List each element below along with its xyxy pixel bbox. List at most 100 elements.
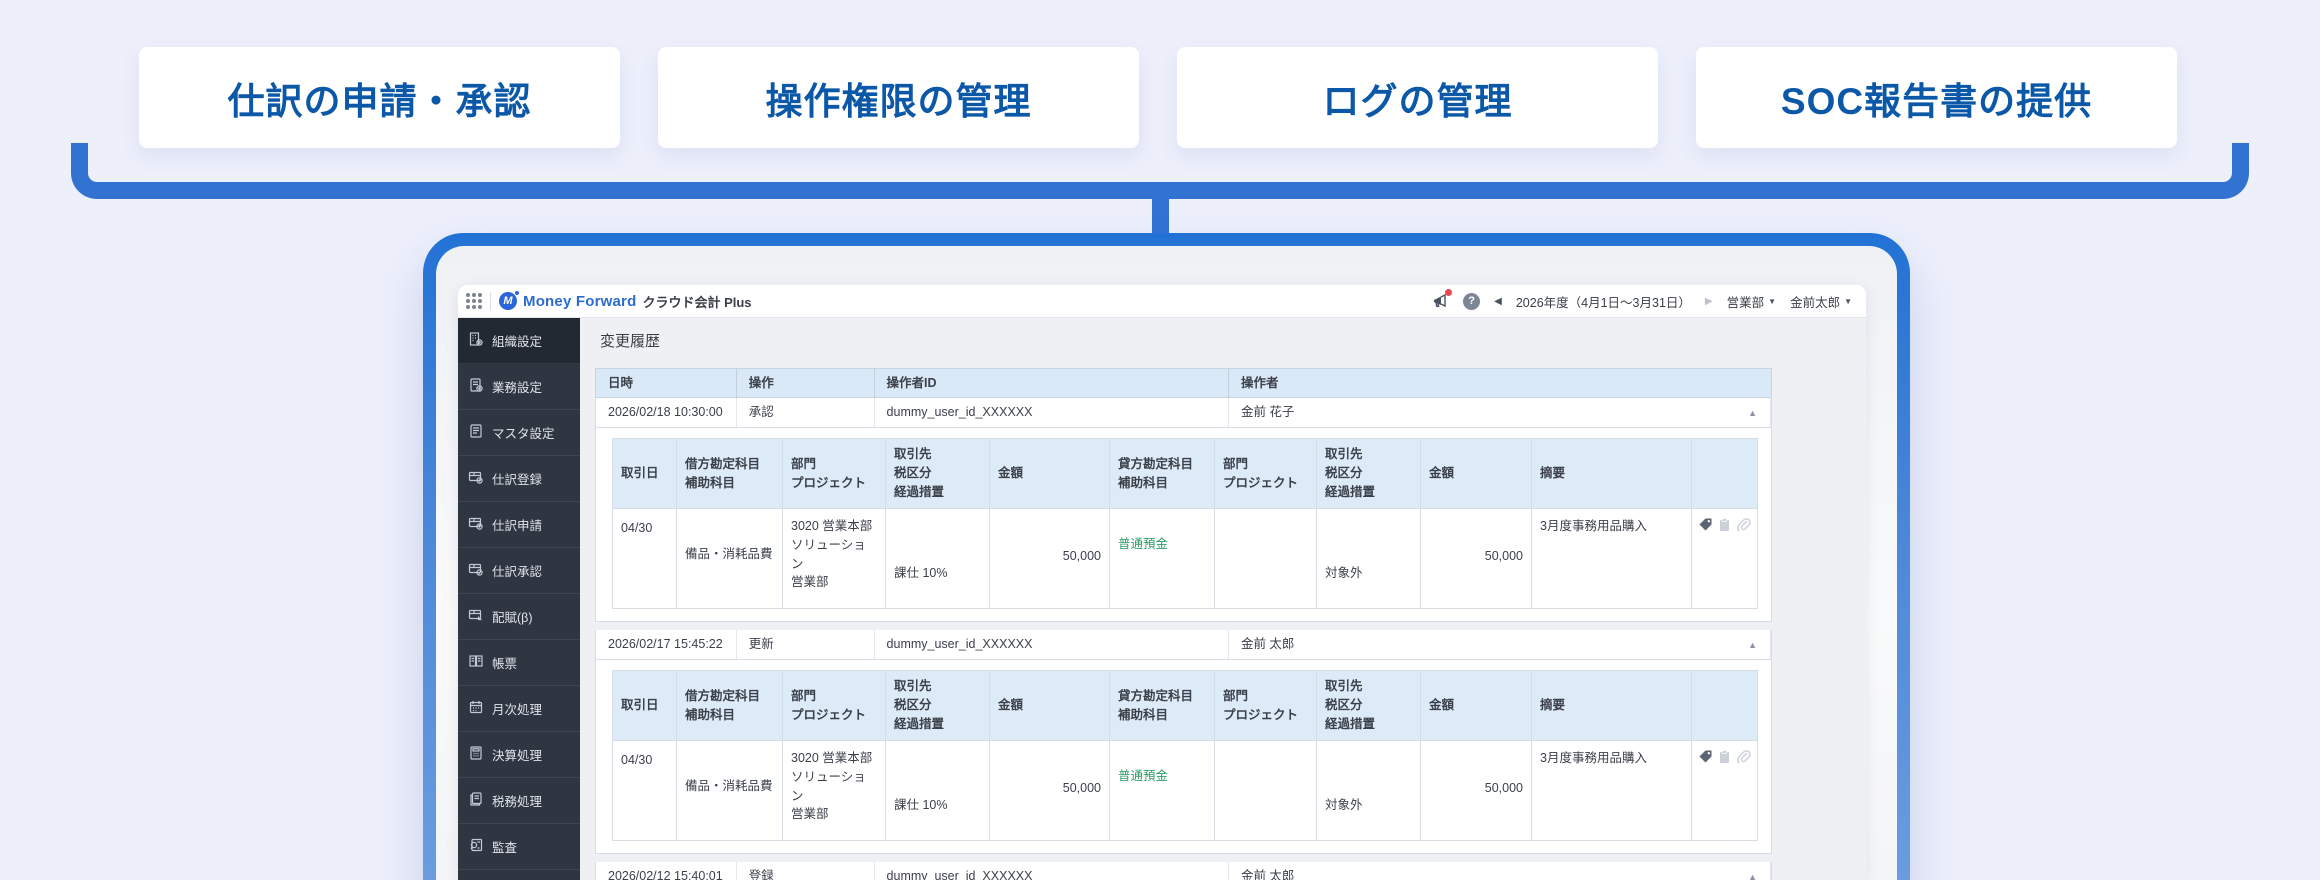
journal-column-header: 借方勘定科目 補助科目 (676, 438, 783, 509)
journal-column-header: 金額 (1420, 670, 1532, 741)
journal-column-header: 取引日 (612, 670, 677, 741)
debit-account: 備品・消耗品費 (676, 508, 783, 609)
collapse-up-icon[interactable]: ▲ (1748, 630, 1757, 660)
sidebar-item-label: 決算処理 (492, 749, 543, 763)
feature-cards-row: 仕訳の申請・承認 操作権限の管理 ログの管理 SOC報告書の提供 (139, 47, 2179, 148)
calculator-icon (468, 745, 484, 764)
debit-tax-category: 課仕 10% (885, 508, 990, 609)
sidebar-item-3[interactable]: マスタ設定 (458, 410, 580, 456)
announcements-megaphone-icon[interactable] (1431, 289, 1453, 310)
journal-column-header: 部門 プロジェクト (1214, 670, 1317, 741)
tag-icon[interactable] (1698, 749, 1713, 767)
change-history-table: 日時 操作 操作者ID 操作者 2026/02/18 10:30:00 承認 dummy_u… (595, 368, 1772, 880)
sidebar-item-10[interactable]: 決算処理 (458, 732, 580, 778)
book-icon (468, 653, 484, 672)
collapse-up-icon[interactable]: ▲ (1748, 398, 1757, 428)
history-detail-section: 取引日 借方勘定科目 補助科目 部門 プロジェクト 取引先 税区分 経過措置 金額 貸方勘定科目補… (595, 428, 1772, 622)
brand-name: Money Forward (523, 292, 637, 310)
journal-column-header: 金額 (989, 670, 1110, 741)
department-dropdown[interactable]: 営業部 ▼ (1727, 292, 1776, 311)
app-launcher-grid-icon[interactable] (466, 293, 482, 309)
journal-column-header: 取引先 税区分 経過措置 (1316, 438, 1421, 509)
journal-column-header: 借方勘定科目 補助科目 (676, 670, 783, 741)
clipboard-icon[interactable] (1717, 517, 1732, 535)
credit-department (1214, 740, 1317, 841)
history-operator: 金前 太郎 (1229, 630, 1771, 659)
journal-row: 04/30 備品・消耗品費 3020 営業本部 ソリューション 営業部 課仕 10% 50,… (612, 740, 1758, 841)
credit-account-link[interactable]: 普通預金 (1118, 537, 1168, 551)
feature-card-soc-report: SOC報告書の提供 (1696, 47, 2177, 148)
credit-amount: 50,000 (1420, 740, 1532, 841)
journal-column-header (1691, 670, 1758, 741)
history-meta-row-1[interactable]: 2026/02/18 10:30:00 承認 dummy_user_id_XXXXX… (595, 398, 1772, 428)
sidebar-item-label: 仕訳申請 (492, 519, 543, 533)
credit-tax-category: 対象外 (1316, 740, 1421, 841)
card-plus-icon (468, 469, 484, 488)
debit-department: 3020 営業本部 ソリューション 営業部 (782, 740, 886, 841)
journal-row: 04/30 備品・消耗品費 3020 営業本部 ソリューション 営業部 課仕 10% 50,… (612, 508, 1758, 609)
journal-column-header: 貸方勘定科目 補助科目 (1109, 438, 1215, 509)
brand-logo[interactable]: M Money Forward クラウド会計 Plus (499, 291, 752, 311)
sidebar-item-2[interactable]: 業務設定 (458, 364, 580, 410)
journal-column-header: 摘要 (1531, 438, 1692, 509)
feature-card-permission-management: 操作権限の管理 (658, 47, 1139, 148)
sidebar-item-11[interactable]: 税務処理 (458, 778, 580, 824)
sidebar-item-5[interactable]: 仕訳申請 (458, 502, 580, 548)
sidebar-item-label: 仕訳登録 (492, 473, 543, 487)
journal-column-header: 取引先 税区分 経過措置 (1316, 670, 1421, 741)
page-title: 変更履歴 (600, 333, 661, 350)
sidebar-item-7[interactable]: 配賦(β) (458, 594, 580, 640)
history-operator: 金前 太郎 (1229, 862, 1771, 880)
sidebar-item-12[interactable]: 監査 (458, 824, 580, 870)
feature-card-journal-approval: 仕訳の申請・承認 (139, 47, 620, 148)
user-dropdown[interactable]: 金前太郎 ▼ (1790, 292, 1852, 311)
sidebar-item-1[interactable]: 組織設定 (458, 318, 580, 364)
credit-account: 普通預金 (1109, 740, 1215, 841)
history-datetime: 2026/02/12 15:40:01 (596, 862, 737, 880)
history-operator-id: dummy_user_id_XXXXXX (875, 630, 1229, 659)
next-fiscal-year-arrow[interactable]: ▶ (1705, 296, 1713, 307)
sidebar-item-label: 月次処理 (492, 703, 543, 717)
summary: 3月度事務用品購入 (1531, 740, 1692, 841)
journal-detail-table: 取引日 借方勘定科目 補助科目 部門 プロジェクト 取引先 税区分 経過措置 金額 貸方勘定科目補… (612, 438, 1758, 609)
journal-column-header: 部門 プロジェクト (782, 438, 886, 509)
history-action: 承認 (737, 398, 875, 427)
history-column-header: 操作者ID (875, 369, 1229, 397)
history-action: 更新 (737, 630, 875, 659)
sidebar: 組織設定業務設定 マスタ設定仕訳登録仕訳申請仕訳承認 配賦(β) 帳票月次処理決算処理… (458, 318, 580, 880)
debit-tax-category: 課仕 10% (885, 740, 990, 841)
sidebar-item-6[interactable]: 仕訳承認 (458, 548, 580, 594)
history-operator-id: dummy_user_id_XXXXXX (875, 398, 1229, 427)
doc-icon (468, 423, 484, 442)
paperclip-icon[interactable] (1736, 749, 1751, 767)
sidebar-item-8[interactable]: 帳票 (458, 640, 580, 686)
history-datetime: 2026/02/17 15:45:22 (596, 630, 737, 659)
doc-gear-icon (468, 377, 484, 396)
history-datetime: 2026/02/18 10:30:00 (596, 398, 737, 427)
credit-account: 普通預金 (1109, 508, 1215, 609)
help-icon[interactable]: ? (1463, 292, 1481, 310)
row-actions (1691, 740, 1758, 841)
credit-amount: 50,000 (1420, 508, 1532, 609)
history-column-header: 操作 (737, 369, 875, 397)
journal-column-header: 金額 (989, 438, 1110, 509)
fiscal-year-label[interactable]: 2026年度（4月1日〜3月31日） (1516, 292, 1691, 311)
history-meta-row-2[interactable]: 2026/02/17 15:45:22 更新 dummy_user_id_XXXXX… (595, 630, 1772, 660)
prev-fiscal-year-arrow[interactable]: ◀ (1494, 296, 1502, 307)
sidebar-item-label: 組織設定 (492, 335, 543, 349)
collapse-up-icon[interactable]: ▲ (1748, 862, 1757, 880)
docs-icon (468, 791, 484, 810)
paperclip-icon[interactable] (1736, 517, 1751, 535)
journal-column-header: 金額 (1420, 438, 1532, 509)
tag-icon[interactable] (1698, 517, 1713, 535)
calendar-icon (468, 699, 484, 718)
sidebar-item-4[interactable]: 仕訳登録 (458, 456, 580, 502)
clipboard-icon[interactable] (1717, 749, 1732, 767)
sidebar-item-9[interactable]: 月次処理 (458, 686, 580, 732)
header-right: ? ◀ 2026年度（4月1日〜3月31日） ▶ 営業部 ▼ 金前太郎 ▼ (1431, 289, 1852, 311)
history-meta-row-3[interactable]: 2026/02/12 15:40:01 登録 dummy_user_id_XXXXX… (595, 862, 1772, 880)
page: 仕訳の申請・承認 操作権限の管理 ログの管理 SOC報告書の提供 M Money… (0, 0, 2320, 880)
summary: 3月度事務用品購入 (1531, 508, 1692, 609)
credit-account-link[interactable]: 普通預金 (1118, 769, 1168, 783)
card-branch-icon (468, 607, 484, 626)
